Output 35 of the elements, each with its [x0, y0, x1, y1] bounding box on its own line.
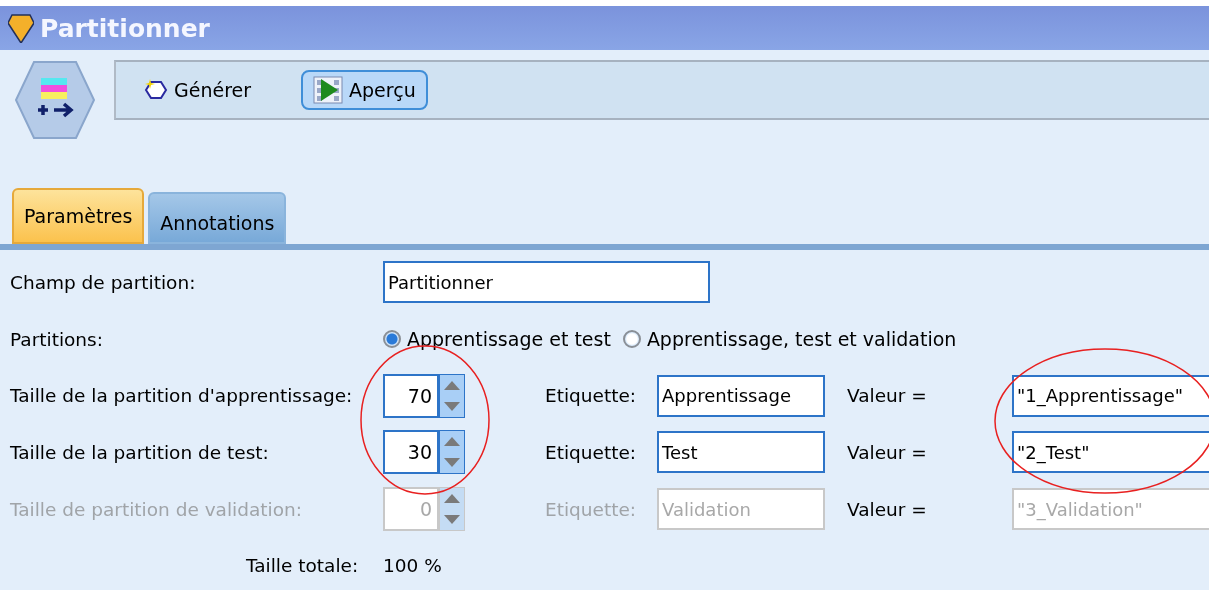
- field-label: Etiquette:: [545, 385, 638, 407]
- input-field[interactable]: "2_Test": [1012, 431, 1209, 474]
- tab[interactable]: Annotations: [148, 192, 287, 244]
- field-label: Partitions:: [10, 328, 104, 350]
- diamond-icon: [8, 13, 34, 43]
- sparkle-hexagon-icon: [144, 78, 168, 102]
- radio-label: Apprentissage et test: [407, 328, 611, 350]
- field-label: Taille de la partition d'apprentissage:: [10, 385, 354, 407]
- film-play-icon: [313, 76, 344, 104]
- spin-buttons[interactable]: [439, 430, 465, 475]
- input-field[interactable]: "1_Apprentissage": [1012, 374, 1209, 417]
- spin-buttons[interactable]: [439, 373, 465, 418]
- tab[interactable]: Paramètres: [12, 188, 145, 244]
- field-label: Valeur =: [847, 498, 928, 520]
- radio-label: Apprentissage, test et validation: [646, 328, 957, 350]
- field-label: Taille de partition de validation:: [10, 498, 303, 520]
- field-label: Valeur =: [847, 385, 928, 407]
- number-field[interactable]: 70: [383, 373, 439, 418]
- spin-buttons[interactable]: [439, 487, 465, 531]
- radio-button[interactable]: [622, 330, 641, 348]
- window-title: Partitionner: [40, 13, 210, 43]
- input-field[interactable]: Partitionner: [383, 261, 710, 304]
- field-label: Champ de partition:: [10, 271, 197, 293]
- field-label: Etiquette:: [545, 441, 638, 463]
- generate-button[interactable]: Générer: [132, 72, 264, 108]
- field-label: Etiquette:: [545, 498, 638, 520]
- total-value: 100 %: [383, 555, 443, 577]
- field-label: Valeur =: [847, 441, 928, 463]
- input-field[interactable]: Apprentissage: [657, 374, 825, 417]
- preview-button[interactable]: Aperçu: [301, 70, 428, 110]
- radio-button[interactable]: [383, 330, 401, 348]
- field-label: Taille de la partition de test:: [10, 441, 270, 463]
- field-label: Taille totale:: [246, 555, 360, 577]
- number-field[interactable]: 30: [383, 430, 439, 475]
- input-field[interactable]: Test: [657, 431, 825, 474]
